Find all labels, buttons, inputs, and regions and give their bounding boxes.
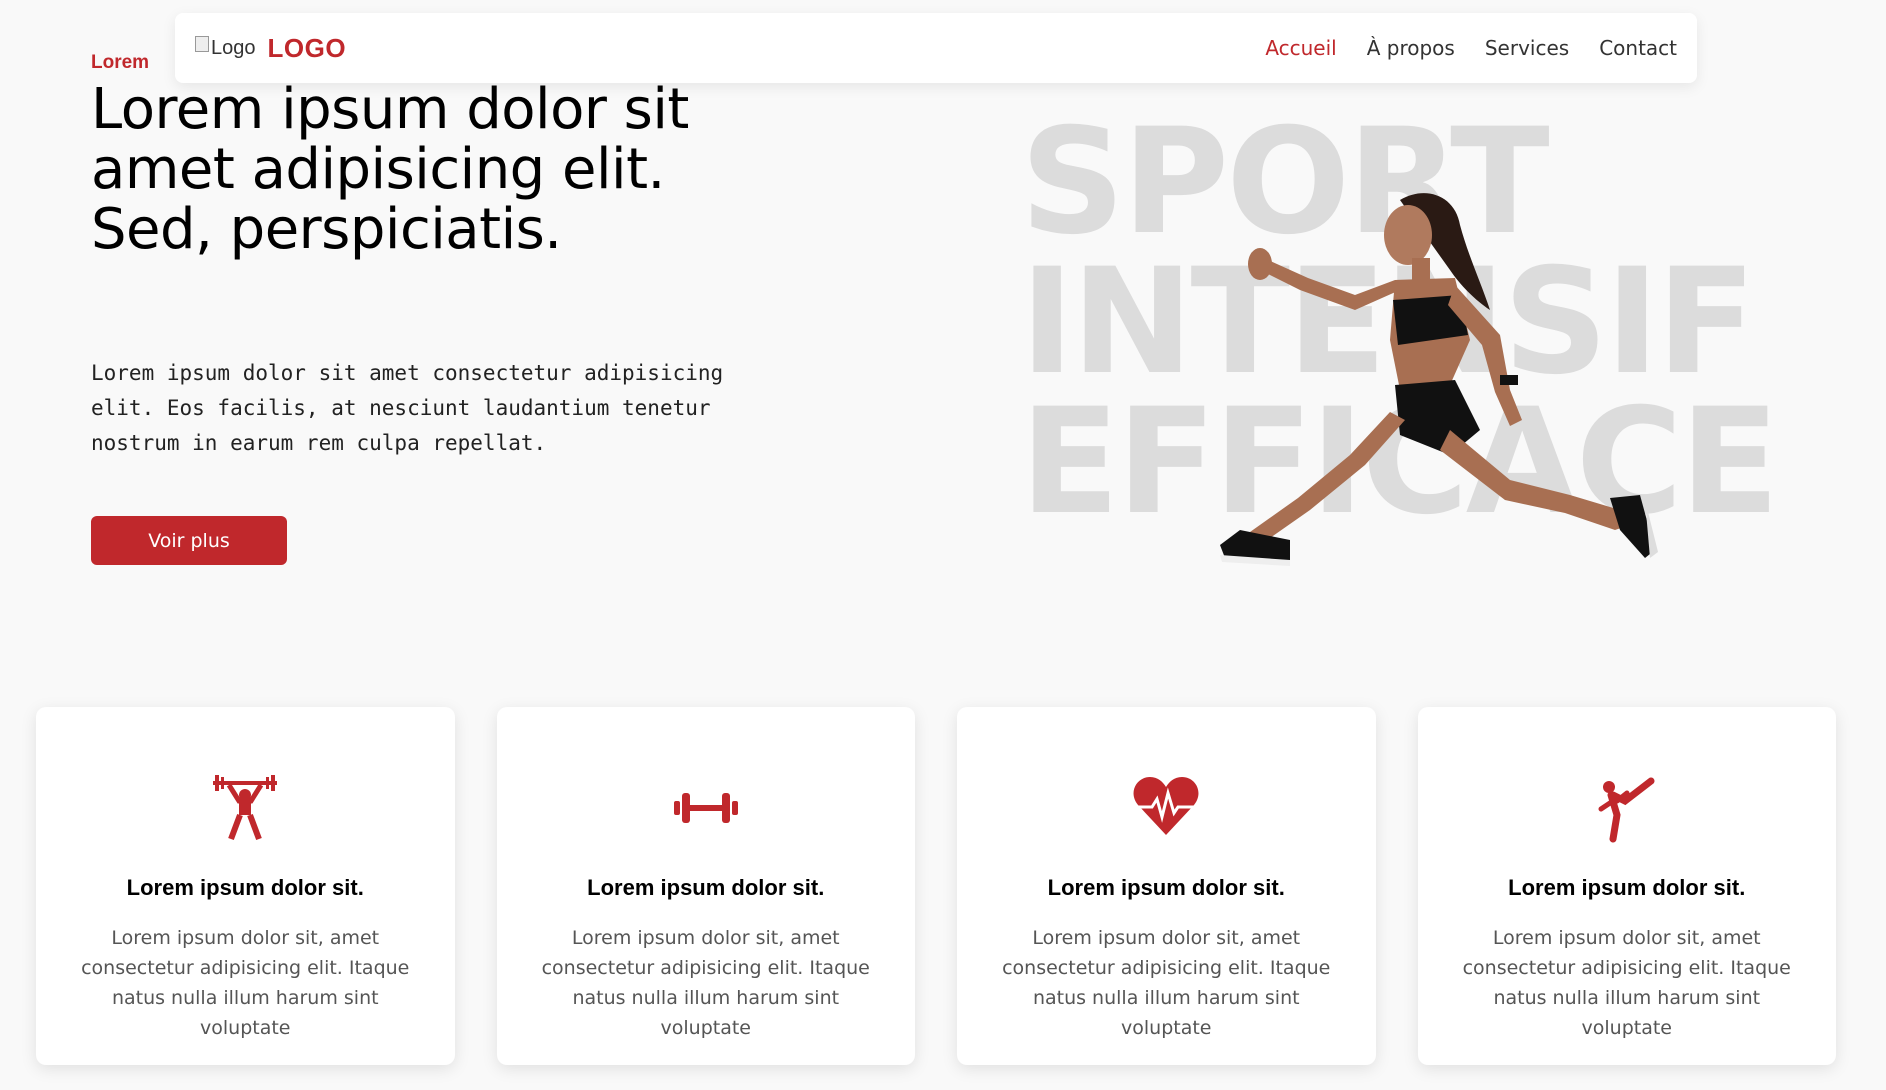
hero-eyebrow: Lorem <box>91 52 150 73</box>
logo-alt-text: Logo <box>211 36 256 59</box>
card-text: Lorem ipsum dolor sit, amet consectetur … <box>1002 927 1331 1039</box>
heartbeat-icon <box>1126 767 1206 847</box>
navbar: Logo LOGO Accueil À propos Services Cont… <box>175 13 1697 83</box>
nav-link-services[interactable]: Services <box>1485 36 1569 60</box>
dumbbell-icon <box>666 767 746 847</box>
feature-card: Lorem ipsum dolor sit. Lorem ipsum dolor… <box>957 707 1376 1065</box>
feature-card: Lorem ipsum dolor sit. Lorem ipsum dolor… <box>36 707 455 1065</box>
card-text: Lorem ipsum dolor sit, amet consectetur … <box>81 927 410 1039</box>
weightlifter-icon <box>205 767 285 847</box>
card-text: Lorem ipsum dolor sit, amet consectetur … <box>541 927 870 1039</box>
martial-arts-icon <box>1587 767 1667 847</box>
brand[interactable]: Logo LOGO <box>195 33 346 64</box>
card-title: Lorem ipsum dolor sit. <box>126 875 364 900</box>
features-cards: Lorem ipsum dolor sit. Lorem ipsum dolor… <box>36 707 1836 1065</box>
card-title: Lorem ipsum dolor sit. <box>587 875 825 900</box>
feature-card: Lorem ipsum dolor sit. Lorem ipsum dolor… <box>1417 707 1836 1065</box>
broken-image-icon <box>195 36 209 52</box>
logo-image[interactable]: Logo <box>195 36 256 60</box>
nav-link-a-propos[interactable]: À propos <box>1367 36 1455 60</box>
nav-link-accueil[interactable]: Accueil <box>1265 36 1336 60</box>
card-title: Lorem ipsum dolor sit. <box>1508 875 1746 900</box>
card-title: Lorem ipsum dolor sit. <box>1047 875 1285 900</box>
brand-text[interactable]: LOGO <box>268 33 347 64</box>
hero-title: Lorem ipsum dolor sit amet adipisicing e… <box>91 77 689 262</box>
feature-card: Lorem ipsum dolor sit. Lorem ipsum dolor… <box>496 707 915 1065</box>
nav-links: Accueil À propos Services Contact <box>1265 36 1677 60</box>
nav-link-contact[interactable]: Contact <box>1599 36 1677 60</box>
card-text: Lorem ipsum dolor sit, amet consectetur … <box>1462 927 1791 1039</box>
voir-plus-button[interactable]: Voir plus <box>91 516 287 565</box>
hero-description: Lorem ipsum dolor sit amet consectetur a… <box>91 361 724 455</box>
runner-image <box>1220 193 1658 566</box>
